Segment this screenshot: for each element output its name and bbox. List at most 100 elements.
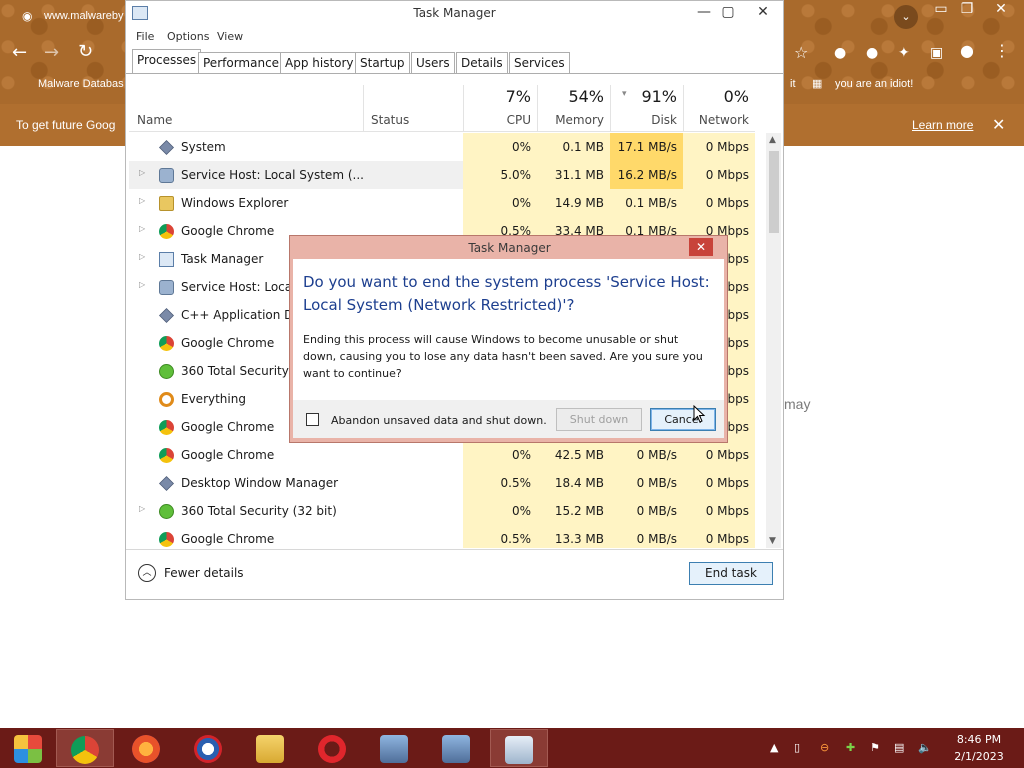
folder-icon	[159, 196, 174, 211]
opera-icon	[318, 735, 346, 763]
table-row[interactable]: Desktop Window Manager 0.5% 18.4 MB 0 MB/s 0…	[129, 469, 755, 497]
scroll-up-icon[interactable]: ▲	[769, 135, 776, 145]
col-status[interactable]: Status	[129, 85, 463, 132]
cell-memory: 31.1 MB	[537, 161, 610, 189]
process-name: 360 Total Security (32 bit)	[181, 504, 337, 518]
cell-disk: 0.1 MB/s	[610, 189, 683, 217]
expand-icon[interactable]: ▷	[139, 252, 145, 261]
extension-avatar-icon[interactable]: ●	[866, 44, 878, 62]
volume-icon[interactable]: 🔈	[918, 741, 932, 754]
table-row[interactable]: Google Chrome 0.5% 13.3 MB 0 MB/s 0 Mbps	[129, 525, 755, 548]
learn-more-link[interactable]: Learn more	[912, 118, 973, 132]
tray-blocker-icon[interactable]: ⊖	[820, 741, 829, 754]
tab-app-history[interactable]: App history	[280, 52, 359, 73]
col-memory[interactable]: 54% Memory	[537, 85, 610, 132]
address-bar[interactable]: www.malwareby	[44, 10, 123, 22]
taskbar-taskmanager-button[interactable]	[490, 729, 548, 767]
back-icon[interactable]: ←	[12, 44, 27, 62]
cpu-label: CPU	[506, 113, 531, 127]
tm-titlebar[interactable]: Task Manager — ▢ ✕	[126, 1, 783, 27]
scroll-down-icon[interactable]: ▼	[769, 536, 776, 546]
col-network[interactable]: 0% Network	[683, 85, 755, 132]
infobar-close-icon[interactable]: ✕	[992, 115, 1005, 135]
taskbar-network-button[interactable]	[366, 729, 424, 767]
table-row[interactable]: Google Chrome 0% 42.5 MB 0 MB/s 0 Mbps	[129, 441, 755, 469]
tab-startup[interactable]: Startup	[355, 52, 410, 73]
action-center-flag-icon[interactable]: ⚑	[870, 741, 880, 754]
firefox-icon	[132, 735, 160, 763]
tray-360-icon[interactable]: ✚	[846, 741, 855, 754]
folder-icon	[256, 735, 284, 763]
account-icon[interactable]: ●	[960, 42, 974, 60]
col-disk[interactable]: 91% Disk	[610, 85, 683, 132]
show-hidden-icons-icon[interactable]: ▲	[770, 741, 778, 754]
abandon-data-label[interactable]: Abandon unsaved data and shut down.	[331, 414, 547, 427]
table-row[interactable]: ▷ Windows Explorer 0% 14.9 MB 0.1 MB/s 0 Mbps	[129, 189, 755, 217]
bookmark-you-are-an-idiot[interactable]: you are an idiot!	[835, 78, 913, 90]
tray-app-icon[interactable]: ▯	[794, 741, 800, 754]
scrollbar-thumb[interactable]	[769, 151, 779, 233]
clock-time[interactable]: 8:46 PM	[950, 733, 1008, 746]
bookmark-star-icon[interactable]: ☆	[794, 44, 808, 62]
fewer-details-link[interactable]: Fewer details	[164, 566, 244, 580]
abandon-data-checkbox[interactable]	[306, 413, 319, 426]
sidepanel-icon[interactable]: ▣	[930, 44, 943, 62]
end-task-button[interactable]: End task	[689, 562, 773, 585]
bookmark-fragment[interactable]: it	[790, 78, 796, 90]
process-name: Service Host: Local	[181, 280, 296, 294]
chevron-up-icon[interactable]: ︿	[138, 564, 156, 582]
tab-services[interactable]: Services	[509, 52, 570, 73]
menu-options[interactable]: Options	[167, 30, 209, 43]
network-total: 0%	[723, 87, 749, 106]
cell-network: 0 Mbps	[683, 525, 755, 548]
tab-processes[interactable]: Processes	[132, 49, 202, 73]
taskbar-obama-button[interactable]	[180, 729, 238, 767]
taskbar-opera-button[interactable]	[304, 729, 362, 767]
taskbar-chrome-button[interactable]	[56, 729, 114, 767]
taskbar-folder-button[interactable]	[242, 729, 300, 767]
expand-icon[interactable]: ▷	[139, 224, 145, 233]
col-cpu[interactable]: 7% CPU	[463, 85, 537, 132]
menu-file[interactable]: File	[136, 30, 154, 43]
browser-close-icon[interactable]: ✕	[984, 0, 1018, 18]
puzzle-icon[interactable]: ✦	[898, 44, 910, 62]
profile-menu-icon[interactable]: ⌄	[894, 5, 918, 29]
dialog-close-icon[interactable]: ✕	[689, 238, 713, 256]
cell-network: 0 Mbps	[683, 133, 755, 161]
chrome-tab-icon[interactable]: ◉	[22, 9, 32, 23]
expand-icon[interactable]: ▷	[139, 196, 145, 205]
cell-network: 0 Mbps	[683, 469, 755, 497]
taskbar-network-button[interactable]	[428, 729, 486, 767]
network-icon	[380, 735, 408, 763]
reload-icon[interactable]: ↻	[78, 43, 93, 61]
table-row[interactable]: ▷ Service Host: Local System (... 5.0% 31.1…	[129, 161, 755, 189]
menu-view[interactable]: View	[217, 30, 243, 43]
forward-icon[interactable]: →	[44, 44, 59, 62]
dialog-title: Task Manager	[468, 241, 551, 255]
tm-close-icon[interactable]: ✕	[745, 1, 781, 23]
browser-restore-icon[interactable]: ❐	[950, 0, 984, 18]
table-row[interactable]: System 0% 0.1 MB 17.1 MB/s 0 Mbps	[129, 133, 755, 161]
tab-details[interactable]: Details	[456, 52, 508, 73]
expand-icon[interactable]: ▷	[139, 504, 145, 513]
clock-date[interactable]: 2/1/2023	[950, 750, 1008, 763]
tab-performance[interactable]: Performance	[198, 52, 285, 73]
process-name: Google Chrome	[181, 448, 275, 462]
tm-maximize-icon[interactable]: ▢	[714, 1, 742, 23]
bookmark-malware-database[interactable]: Malware Databas	[38, 78, 124, 90]
network-tray-icon[interactable]: ▤	[894, 741, 904, 754]
tab-users[interactable]: Users	[411, 52, 455, 73]
menu-icon[interactable]: ⋮	[994, 42, 1010, 60]
disk-total: 91%	[641, 87, 677, 106]
taskbar-start-button[interactable]	[0, 729, 58, 767]
process-name: Google Chrome	[181, 224, 275, 238]
expand-icon[interactable]: ▷	[139, 280, 145, 289]
expand-icon[interactable]: ▷	[139, 168, 145, 177]
taskbar-firefox-button[interactable]	[118, 729, 176, 767]
process-name: Desktop Window Manager	[181, 476, 339, 490]
table-row[interactable]: ▷ 360 Total Security (32 bit) 0% 15.2 MB 0 M…	[129, 497, 755, 525]
page-text-snippet: may	[784, 396, 811, 412]
obama-icon	[194, 735, 222, 763]
extension-icon[interactable]: ●	[834, 44, 846, 62]
process-list-scrollbar[interactable]: ▲ ▼	[766, 133, 781, 548]
